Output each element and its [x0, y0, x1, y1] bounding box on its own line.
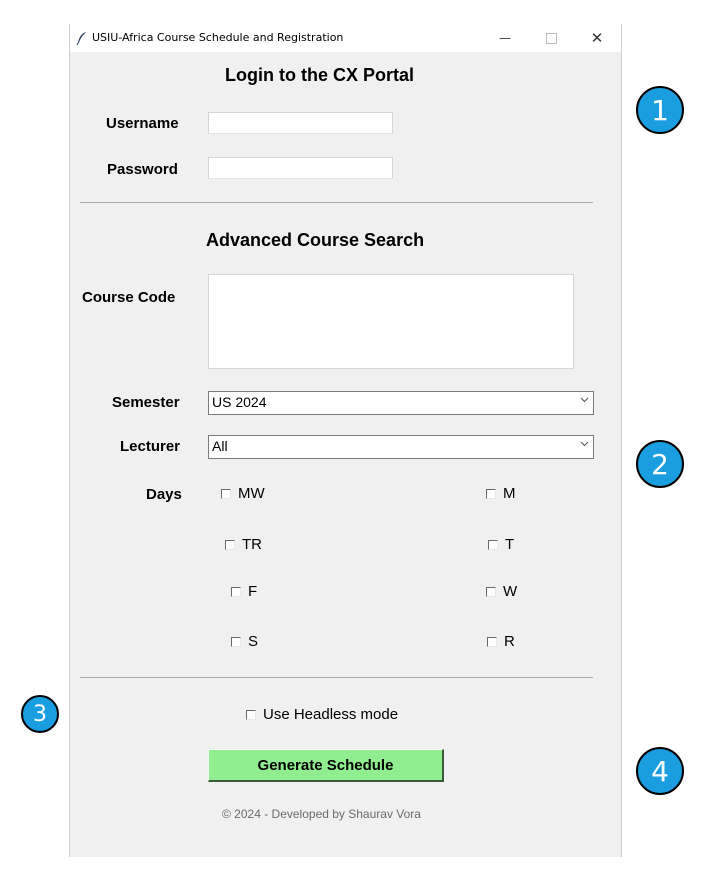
day-label: M — [503, 485, 516, 502]
day-checkbox-m[interactable]: M — [486, 485, 516, 502]
semester-label: Semester — [112, 394, 180, 411]
app-window: USIU-Africa Course Schedule and Registra… — [69, 24, 622, 857]
divider — [80, 202, 593, 203]
day-checkbox-f[interactable]: F — [231, 583, 257, 600]
window-title: USIU-Africa Course Schedule and Registra… — [92, 31, 344, 44]
day-label: TR — [242, 536, 262, 553]
day-checkbox-mw[interactable]: MW — [221, 485, 265, 502]
close-icon: ✕ — [590, 29, 604, 47]
maximize-button[interactable] — [528, 24, 574, 52]
day-label: F — [248, 583, 258, 600]
course-code-textarea[interactable] — [208, 274, 574, 369]
semester-select[interactable]: US 2024 — [208, 391, 594, 415]
day-checkbox-s[interactable]: S — [231, 633, 258, 650]
headless-checkbox[interactable]: Use Headless mode — [246, 706, 398, 723]
headless-label: Use Headless mode — [263, 706, 399, 723]
day-checkbox-w[interactable]: W — [486, 583, 517, 600]
password-label: Password — [107, 161, 178, 178]
lecturer-select[interactable]: All — [208, 435, 594, 459]
annotation-badge-1: 1 — [636, 86, 684, 134]
lecturer-label: Lecturer — [120, 438, 181, 455]
day-checkbox-r[interactable]: R — [487, 633, 515, 650]
minimize-icon: — — [499, 31, 511, 45]
search-heading: Advanced Course Search — [206, 230, 425, 250]
password-input[interactable] — [208, 157, 393, 179]
checkbox-icon — [486, 586, 496, 597]
annotation-badge-4: 4 — [636, 747, 684, 795]
checkbox-icon — [225, 539, 235, 550]
annotation-badge-2: 2 — [636, 440, 684, 488]
days-label: Days — [146, 486, 182, 503]
chevron-down-icon — [580, 397, 589, 403]
username-input[interactable] — [208, 112, 393, 134]
footer-credit: © 2024 - Developed by Shaurav Vora — [222, 807, 421, 821]
chevron-down-icon — [580, 441, 589, 447]
day-checkbox-tr[interactable]: TR — [225, 536, 262, 553]
day-label: MW — [238, 485, 265, 502]
checkbox-icon — [231, 636, 241, 647]
annotation-badge-3: 3 — [21, 695, 59, 733]
close-button[interactable]: ✕ — [574, 24, 620, 52]
checkbox-icon — [221, 488, 231, 499]
course-code-label: Course Code — [82, 289, 176, 306]
checkbox-icon — [246, 709, 256, 720]
username-label: Username — [106, 115, 179, 132]
checkbox-icon — [486, 488, 496, 499]
checkbox-icon — [231, 586, 241, 597]
semester-value: US 2024 — [212, 394, 267, 410]
feather-icon — [76, 32, 86, 45]
checkbox-icon — [488, 539, 498, 550]
generate-schedule-button[interactable]: Generate Schedule — [208, 749, 444, 782]
lecturer-value: All — [212, 438, 228, 454]
login-heading: Login to the CX Portal — [225, 65, 414, 85]
minimize-button[interactable]: — — [482, 24, 528, 52]
checkbox-icon — [487, 636, 497, 647]
title-bar[interactable]: USIU-Africa Course Schedule and Registra… — [70, 24, 621, 52]
day-label: S — [248, 633, 259, 650]
maximize-icon — [545, 32, 557, 44]
day-label: W — [503, 583, 518, 600]
divider — [80, 677, 593, 678]
day-label: R — [504, 633, 515, 650]
day-checkbox-t[interactable]: T — [488, 536, 514, 553]
day-label: T — [505, 536, 515, 553]
